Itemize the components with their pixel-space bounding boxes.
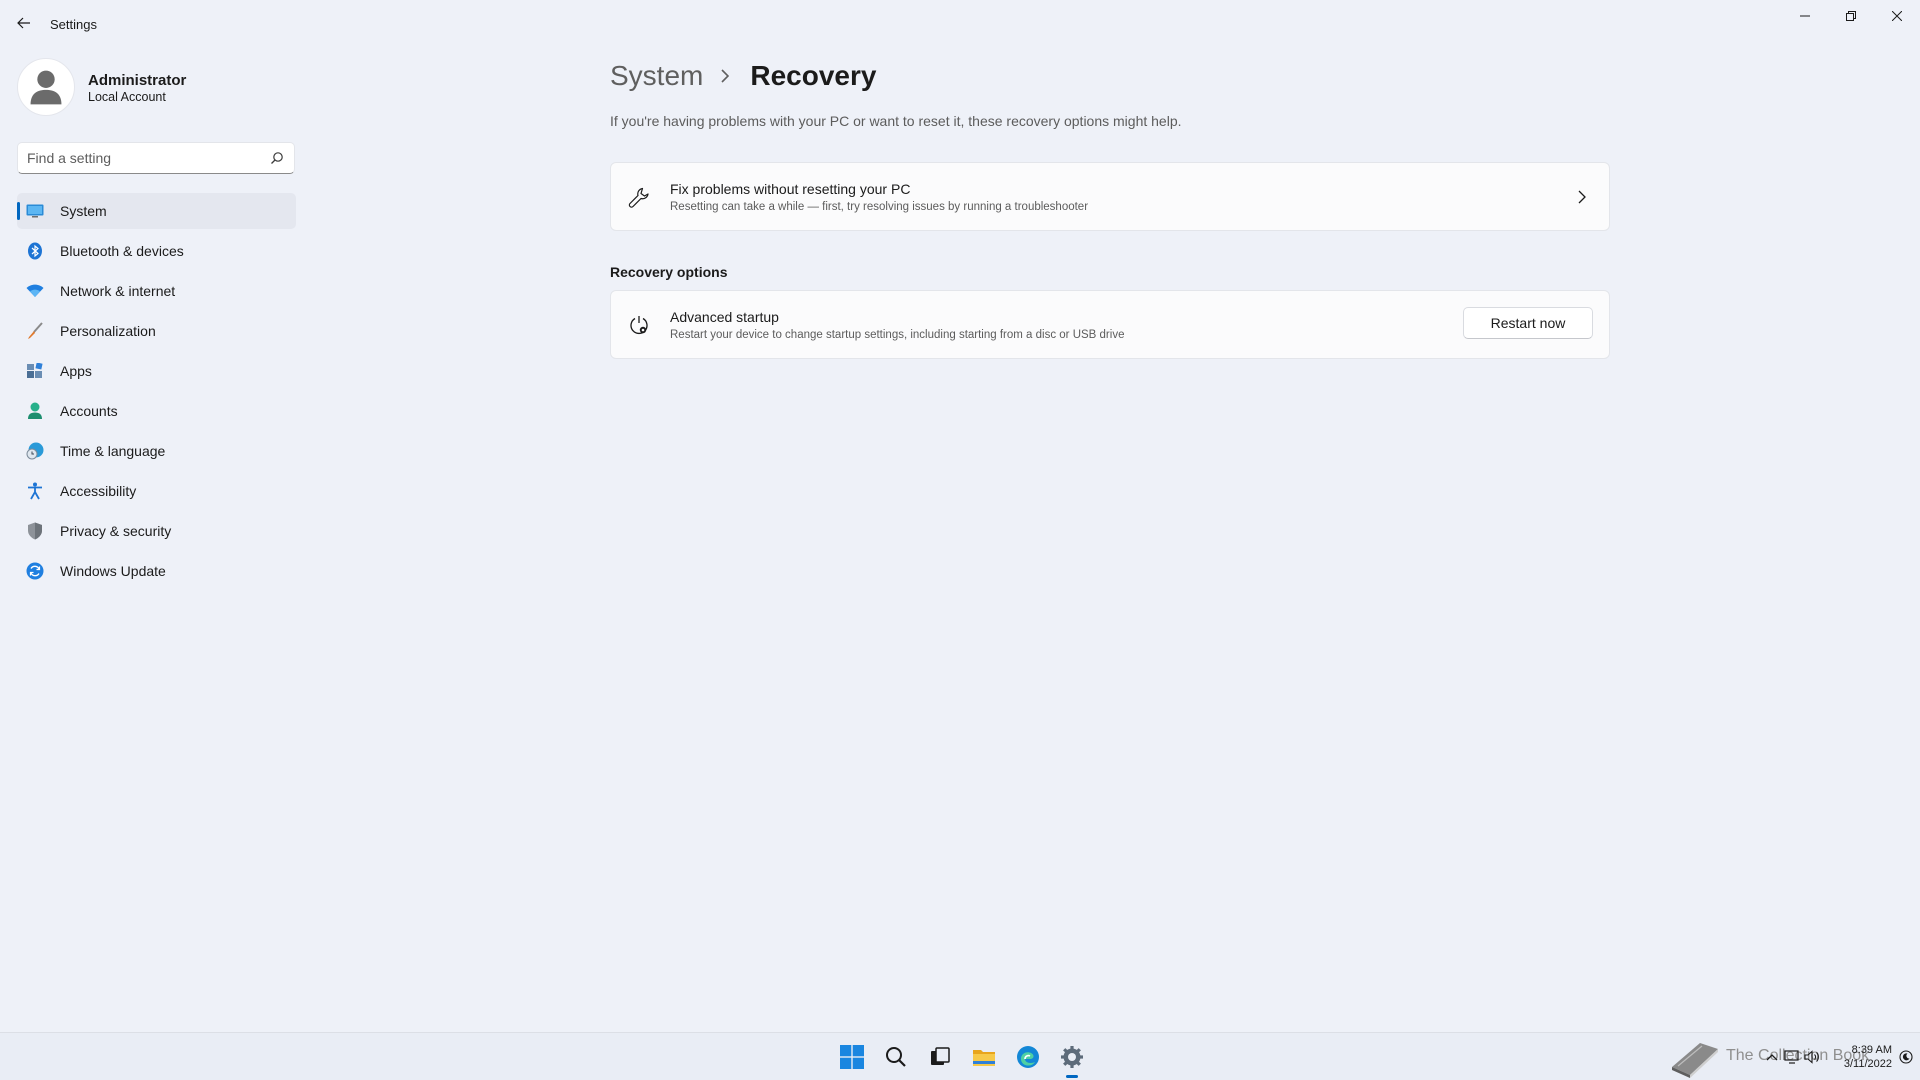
selection-indicator xyxy=(17,202,20,220)
bluetooth-icon xyxy=(26,242,44,260)
volume-button[interactable] xyxy=(1804,1049,1820,1065)
notifications-button[interactable] xyxy=(1898,1049,1914,1065)
profile-account-type: Local Account xyxy=(88,90,166,104)
search-box xyxy=(17,142,295,174)
shield-icon xyxy=(26,522,44,540)
start-button[interactable] xyxy=(830,1033,874,1080)
sidebar-item-network[interactable]: Network & internet xyxy=(17,273,296,309)
sidebar-item-accounts[interactable]: Accounts xyxy=(17,393,296,429)
fix-problems-subtitle: Resetting can take a while — first, try … xyxy=(670,201,1089,213)
sidebar-item-label: Accessibility xyxy=(60,483,137,499)
update-icon xyxy=(26,562,44,580)
settings-app-button[interactable] xyxy=(1050,1033,1094,1080)
sidebar-item-personalization[interactable]: Personalization xyxy=(17,313,296,349)
window-title: Settings xyxy=(50,17,97,32)
sidebar-item-label: Personalization xyxy=(60,323,156,339)
advanced-startup-title: Advanced startup xyxy=(670,309,779,325)
advanced-startup-subtitle: Restart your device to change startup se… xyxy=(670,329,1125,341)
sidebar-item-label: Privacy & security xyxy=(60,523,172,539)
sidebar-item-label: Network & internet xyxy=(60,283,176,299)
apps-icon xyxy=(26,362,44,380)
advanced-startup-icon xyxy=(628,315,650,337)
fix-problems-card[interactable]: Fix problems without resetting your PC R… xyxy=(610,162,1610,231)
system-monitor-icon xyxy=(26,202,44,220)
taskbar-apps xyxy=(830,1033,1094,1080)
sidebar-item-label: Accounts xyxy=(60,403,118,419)
person-icon xyxy=(26,402,44,420)
sidebar-item-label: Time & language xyxy=(60,443,166,459)
back-arrow-icon xyxy=(17,17,30,29)
wrench-icon xyxy=(628,187,650,209)
sidebar-item-bluetooth[interactable]: Bluetooth & devices xyxy=(17,233,296,269)
sidebar-item-apps[interactable]: Apps xyxy=(17,353,296,389)
sidebar-item-windows-update[interactable]: Windows Update xyxy=(17,553,296,589)
start-icon xyxy=(840,1045,864,1069)
notification-moon-icon xyxy=(1899,1050,1913,1064)
sidebar-item-label: Bluetooth & devices xyxy=(60,243,184,259)
sidebar-item-time-language[interactable]: Time & language xyxy=(17,433,296,469)
page-title: Recovery xyxy=(750,60,877,91)
sidebar-item-privacy-security[interactable]: Privacy & security xyxy=(17,513,296,549)
globe-clock-icon xyxy=(26,442,44,460)
file-explorer-button[interactable] xyxy=(962,1033,1006,1080)
sidebar-item-system[interactable]: System xyxy=(17,193,296,229)
book-icon xyxy=(1672,1043,1718,1078)
sidebar-item-accessibility[interactable]: Accessibility xyxy=(17,473,296,509)
restore-icon xyxy=(1846,11,1856,21)
page-description: If you're having problems with your PC o… xyxy=(610,113,1182,129)
search-icon[interactable] xyxy=(270,151,284,165)
back-button[interactable] xyxy=(12,10,36,36)
network-status-button[interactable] xyxy=(1784,1049,1800,1065)
user-profile[interactable]: Administrator Local Account xyxy=(17,58,297,118)
search-icon xyxy=(886,1047,906,1067)
edge-button[interactable] xyxy=(1006,1033,1050,1080)
volume-icon xyxy=(1804,1050,1819,1064)
network-monitor-icon xyxy=(1784,1050,1799,1064)
recovery-options-heading: Recovery options xyxy=(610,264,728,280)
window-controls xyxy=(1782,0,1920,32)
show-hidden-icons-button[interactable] xyxy=(1764,1049,1780,1065)
restart-now-button[interactable]: Restart now xyxy=(1463,307,1593,339)
accessibility-icon xyxy=(26,482,44,500)
search-input[interactable] xyxy=(18,143,258,173)
minimize-icon xyxy=(1800,15,1810,17)
task-view-button[interactable] xyxy=(918,1033,962,1080)
system-tray: The Collection Book 8:39 AM 3/11/2022 xyxy=(1660,1033,1920,1080)
clock-time: 8:39 AM xyxy=(1851,1044,1892,1056)
title-bar: Settings xyxy=(0,0,1920,48)
sidebar-item-label: Apps xyxy=(60,363,92,379)
breadcrumb-parent-link[interactable]: System xyxy=(610,60,703,92)
sidebar-item-label: System xyxy=(60,203,107,219)
restore-button[interactable] xyxy=(1828,0,1874,32)
taskbar: The Collection Book 8:39 AM 3/11/2022 xyxy=(0,1032,1920,1080)
task-view-icon xyxy=(931,1047,950,1065)
chevron-up-icon xyxy=(1766,1054,1778,1061)
avatar xyxy=(17,58,75,116)
minimize-button[interactable] xyxy=(1782,0,1828,32)
default-user-icon xyxy=(30,70,62,105)
file-explorer-icon xyxy=(973,1050,995,1066)
chevron-right-icon xyxy=(1578,190,1586,204)
close-icon xyxy=(1892,11,1902,21)
edge-icon xyxy=(1017,1046,1039,1068)
breadcrumb: System Recovery xyxy=(610,56,876,96)
close-button[interactable] xyxy=(1874,0,1920,32)
clock[interactable]: 8:39 AM 3/11/2022 xyxy=(1828,1043,1892,1071)
profile-name: Administrator xyxy=(88,72,187,89)
settings-icon xyxy=(1061,1046,1083,1068)
clock-date: 3/11/2022 xyxy=(1843,1058,1892,1070)
advanced-startup-card: Advanced startup Restart your device to … xyxy=(610,290,1610,359)
wifi-icon xyxy=(26,282,44,300)
paintbrush-icon xyxy=(26,322,44,340)
fix-problems-title: Fix problems without resetting your PC xyxy=(670,181,911,197)
chevron-right-icon xyxy=(721,69,733,83)
taskbar-search-button[interactable] xyxy=(874,1033,918,1080)
sidebar-item-label: Windows Update xyxy=(60,563,166,579)
sidebar-nav: System Bluetooth & devices Network & int… xyxy=(17,193,296,593)
